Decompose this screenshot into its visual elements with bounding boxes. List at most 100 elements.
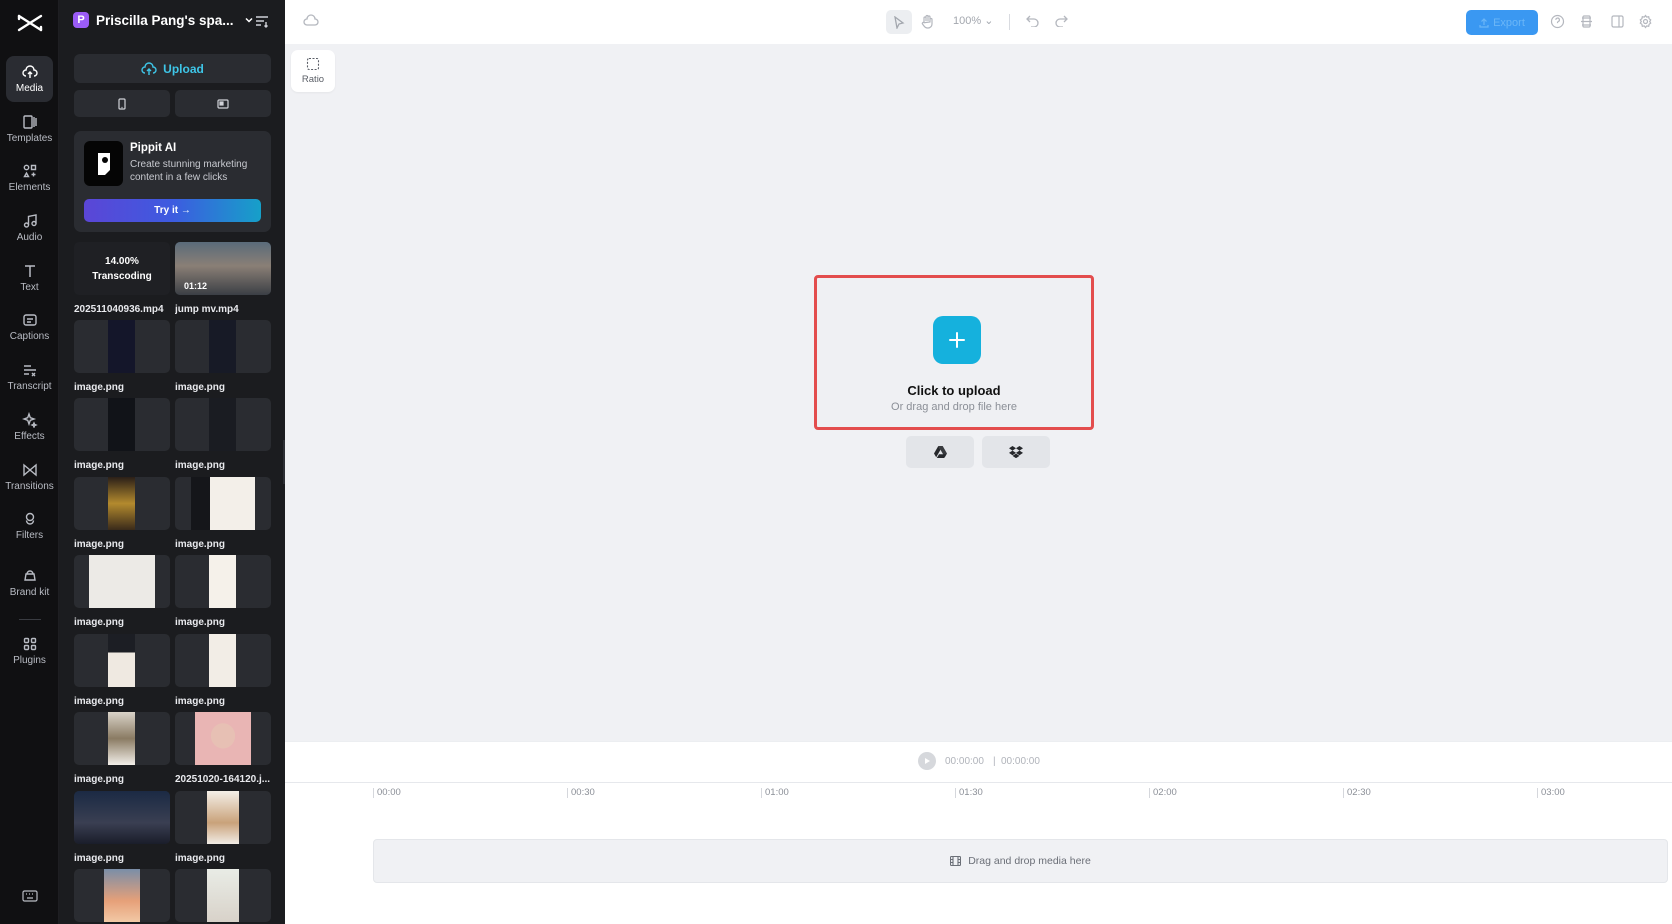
media-item[interactable] — [175, 634, 271, 687]
image-thumbnail — [108, 712, 135, 765]
media-item-name: image.png — [74, 696, 125, 707]
rail-label: Effects — [14, 431, 45, 442]
rail-item-captions[interactable]: Captions — [6, 304, 53, 350]
media-item[interactable] — [74, 712, 170, 765]
rail-item-effects[interactable]: Effects — [6, 404, 53, 450]
ruler-tick: 00:00 — [373, 788, 401, 798]
ruler-tick: 01:00 — [761, 788, 789, 798]
redo-icon[interactable] — [1055, 15, 1068, 27]
play-icon — [925, 758, 930, 764]
chevron-down-icon — [245, 17, 253, 23]
image-thumbnail — [108, 634, 135, 687]
media-item[interactable] — [74, 791, 170, 844]
rail-item-templates[interactable]: Templates — [6, 106, 53, 152]
upload-dropzone[interactable]: Click to upload Or drag and drop file he… — [814, 275, 1094, 430]
export-button[interactable]: Export — [1466, 10, 1538, 35]
google-drive-button[interactable] — [906, 436, 974, 468]
rail-item-filters[interactable]: Filters — [6, 503, 53, 549]
templates-icon — [22, 115, 37, 129]
sparkle-icon — [21, 412, 38, 428]
media-item-name: image.png — [74, 774, 125, 785]
timeline-drop-track[interactable]: Drag and drop media here — [373, 839, 1668, 883]
rail-label: Transcript — [7, 381, 52, 392]
image-thumbnail — [108, 320, 135, 373]
undo-icon[interactable] — [1026, 15, 1039, 27]
media-item[interactable] — [74, 555, 170, 608]
dropbox-button[interactable] — [982, 436, 1050, 468]
select-tool-button[interactable] — [886, 10, 912, 34]
ruler-tick: 00:30 — [567, 788, 595, 798]
media-item[interactable] — [74, 320, 170, 373]
rail-item-text[interactable]: Text — [6, 255, 53, 301]
rail-item-media[interactable]: Media — [6, 56, 53, 102]
rail-label: Text — [20, 282, 39, 293]
toolbar-divider — [1009, 14, 1010, 30]
pippit-glyph-icon — [97, 152, 110, 175]
keyboard-shortcuts-icon[interactable] — [22, 890, 38, 902]
total-time: 00:00:00 — [1001, 756, 1040, 767]
media-item[interactable] — [175, 477, 271, 530]
media-item[interactable] — [74, 634, 170, 687]
play-button[interactable] — [918, 752, 936, 770]
media-item-name: image.png — [74, 853, 125, 864]
try-it-button[interactable]: Try it → — [84, 199, 261, 222]
space-switcher[interactable]: P Priscilla Pang's spa... — [73, 12, 254, 28]
media-item[interactable]: 01:12 — [175, 242, 271, 295]
timeline-ruler — [285, 782, 1672, 783]
rail-item-plugins[interactable]: Plugins — [6, 628, 53, 674]
rail-item-audio[interactable]: Audio — [6, 205, 53, 251]
brand-kit-icon — [23, 570, 36, 581]
upload-from-phone-button[interactable] — [74, 90, 170, 117]
space-name: Priscilla Pang's spa... — [96, 12, 234, 28]
media-item[interactable] — [175, 320, 271, 373]
google-drive-icon — [933, 446, 947, 458]
rail-item-brand-kit[interactable]: Brand kit — [6, 556, 53, 610]
record-screen-button[interactable] — [175, 90, 271, 117]
upload-button-label: Upload — [163, 61, 204, 76]
media-item[interactable]: 14.00% Transcoding — [74, 242, 170, 295]
media-item[interactable] — [175, 791, 271, 844]
current-time: 00:00:00 — [945, 756, 984, 767]
cloud-sync-icon[interactable] — [303, 14, 319, 28]
rail-item-transcript[interactable]: Transcript — [6, 354, 53, 400]
image-thumbnail — [108, 398, 135, 451]
top-toolbar: 100% ⌄ Export — [285, 0, 1672, 44]
aspect-ratio-icon — [306, 57, 320, 71]
image-thumbnail — [108, 477, 135, 530]
media-item-name: image.png — [175, 696, 226, 707]
image-thumbnail — [74, 791, 170, 844]
ruler-tick: 02:30 — [1343, 788, 1371, 798]
media-item[interactable] — [175, 398, 271, 451]
upload-subtitle: Or drag and drop file here — [891, 401, 1017, 413]
layers-icon[interactable] — [1579, 14, 1594, 29]
time-separator: | — [993, 756, 996, 767]
zoom-select[interactable]: 100% ⌄ — [953, 14, 993, 27]
sort-icon[interactable] — [255, 14, 269, 28]
rail-item-transitions[interactable]: Transitions — [5, 454, 54, 500]
upload-button[interactable]: Upload — [74, 54, 271, 83]
rail-item-elements[interactable]: Elements — [6, 155, 53, 201]
settings-gear-icon[interactable] — [1638, 14, 1653, 29]
video-duration: 01:12 — [184, 281, 208, 291]
rail-label: Templates — [6, 133, 53, 144]
media-item-name: image.png — [74, 617, 125, 628]
media-item[interactable] — [175, 555, 271, 608]
timeline: 00:00:00 | 00:00:00 00:00 00:30 01:00 01… — [285, 741, 1672, 924]
zoom-value: 100% — [953, 15, 982, 27]
media-item[interactable] — [74, 398, 170, 451]
media-item[interactable] — [175, 869, 271, 922]
image-thumbnail — [195, 712, 251, 765]
help-icon[interactable] — [1550, 14, 1565, 29]
capcut-logo-icon[interactable] — [15, 10, 45, 36]
ratio-button[interactable]: Ratio — [291, 50, 335, 92]
text-icon — [24, 265, 35, 277]
space-avatar: P — [73, 12, 89, 28]
upload-arrow-icon — [1479, 17, 1489, 28]
media-item[interactable] — [74, 477, 170, 530]
media-item[interactable] — [74, 869, 170, 922]
hand-tool-icon[interactable] — [921, 14, 934, 29]
rail-label: Plugins — [13, 655, 46, 666]
media-item[interactable] — [175, 712, 271, 765]
split-panel-icon[interactable] — [1610, 14, 1625, 29]
canvas-area: Ratio Click to upload Or drag and drop f… — [285, 44, 1672, 741]
